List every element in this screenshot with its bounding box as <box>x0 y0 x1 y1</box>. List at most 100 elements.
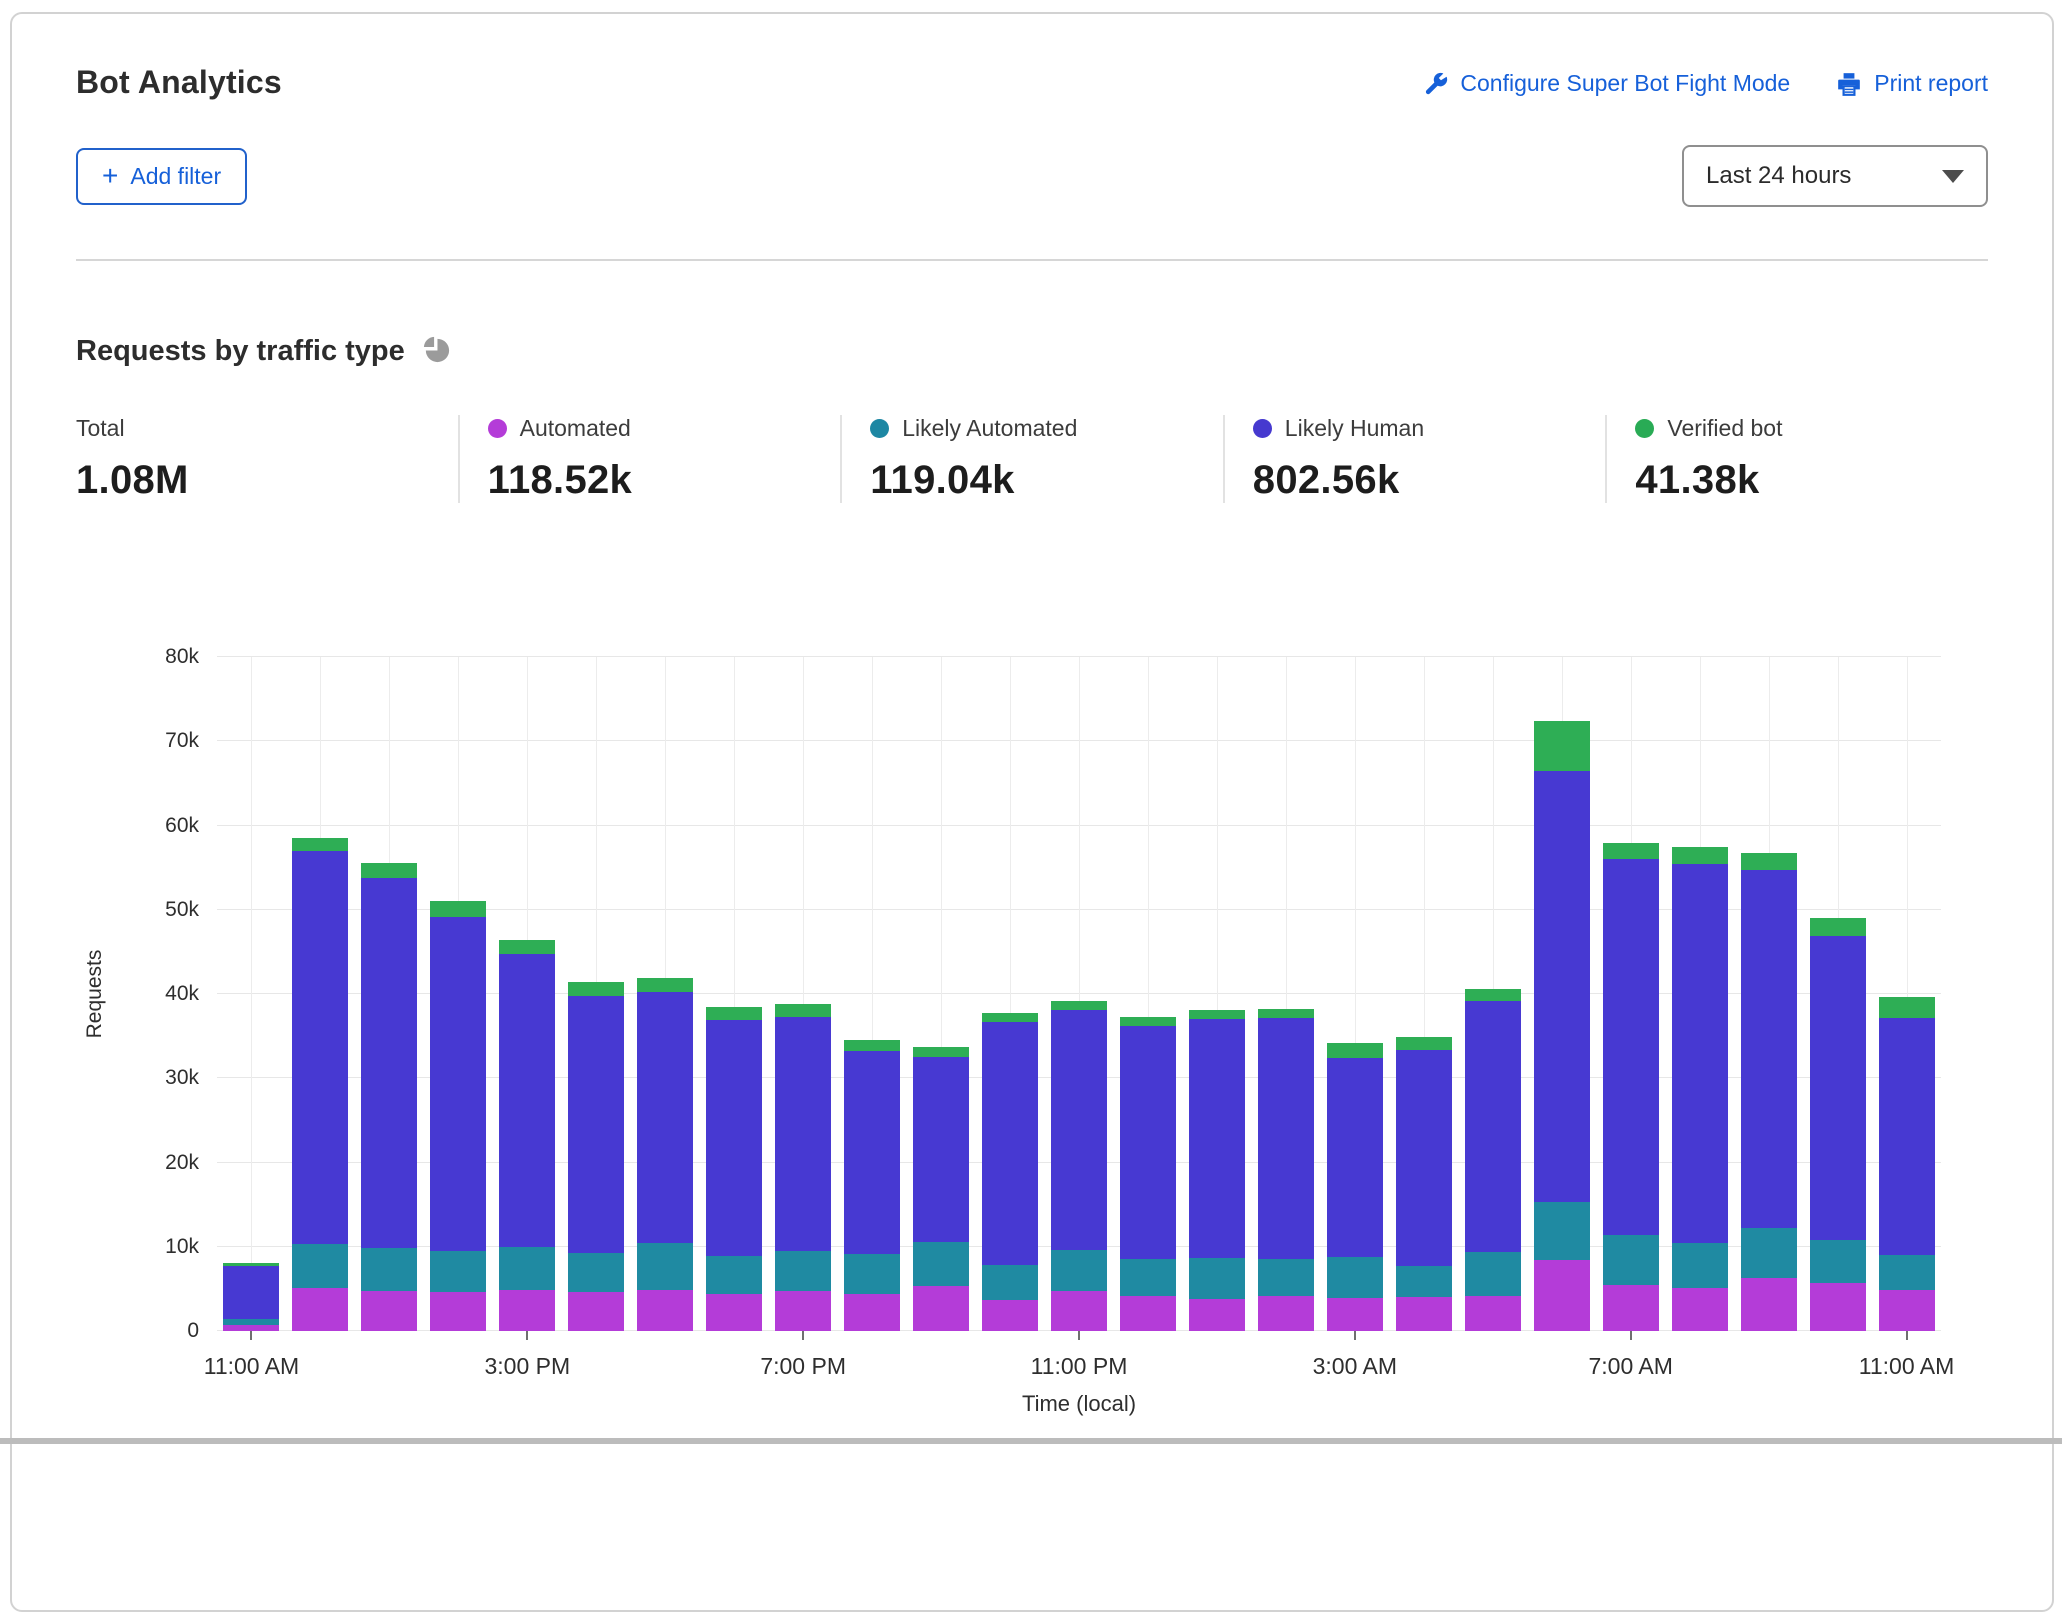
y-tick-label: 0 <box>119 1319 199 1343</box>
segment-likely-human <box>568 996 624 1253</box>
configure-link-label: Configure Super Bot Fight Mode <box>1460 70 1790 97</box>
bar-10-00-pm[interactable] <box>976 1013 1045 1331</box>
bar-9-00-pm[interactable] <box>907 1047 976 1331</box>
stat-verified-bot-value: 41.38k <box>1635 458 1968 503</box>
segment-likely-automated <box>1810 1240 1866 1283</box>
bar-6-00-pm[interactable] <box>700 1007 769 1331</box>
bar-11-00-am[interactable] <box>217 1263 286 1331</box>
requests-stacked-bar-chart: Requests Time (local) 010k20k30k40k50k60… <box>217 657 1941 1331</box>
x-tick <box>1354 1331 1356 1340</box>
segment-likely-automated <box>1051 1250 1107 1290</box>
segment-verified-bot <box>1879 997 1935 1018</box>
bar-11-00-am[interactable] <box>1872 997 1941 1331</box>
x-tick-label: 11:00 AM <box>1817 1353 1997 1380</box>
bar-6-00-am[interactable] <box>1527 721 1596 1331</box>
segment-likely-automated <box>706 1256 762 1294</box>
bar-1-00-pm[interactable] <box>355 863 424 1331</box>
segment-automated <box>430 1292 486 1331</box>
segment-likely-human <box>706 1020 762 1256</box>
segment-likely-human <box>1327 1058 1383 1257</box>
stat-automated-value: 118.52k <box>488 458 821 503</box>
add-filter-button[interactable]: + Add filter <box>76 148 247 205</box>
segment-likely-automated <box>1120 1259 1176 1296</box>
plus-icon: + <box>102 166 118 186</box>
segment-verified-bot <box>292 838 348 851</box>
bar-7-00-am[interactable] <box>1596 843 1665 1331</box>
segment-likely-automated <box>568 1253 624 1293</box>
segment-automated <box>1810 1283 1866 1331</box>
bar-5-00-am[interactable] <box>1458 989 1527 1331</box>
x-tick-label: 7:00 AM <box>1541 1353 1721 1380</box>
x-axis-title: Time (local) <box>1022 1391 1136 1417</box>
segment-automated <box>1879 1290 1935 1331</box>
pie-chart-icon <box>421 333 452 369</box>
bar-1-00-am[interactable] <box>1182 1010 1251 1331</box>
x-tick <box>1906 1331 1908 1340</box>
segment-automated <box>844 1294 900 1331</box>
segment-automated <box>1741 1278 1797 1331</box>
bar-3-00-am[interactable] <box>1320 1043 1389 1331</box>
segment-automated <box>1258 1296 1314 1331</box>
x-tick-label: 11:00 PM <box>989 1353 1169 1380</box>
print-report-link[interactable]: Print report <box>1836 70 1988 97</box>
bar-3-00-pm[interactable] <box>493 940 562 1331</box>
segment-likely-human <box>1258 1018 1314 1259</box>
x-tick <box>1078 1331 1080 1340</box>
stat-verified-bot: Verified bot 41.38k <box>1605 415 1988 503</box>
segment-likely-automated <box>1465 1252 1521 1297</box>
time-range-value: Last 24 hours <box>1706 162 1851 190</box>
chevron-down-icon <box>1942 170 1964 183</box>
segment-verified-bot <box>706 1007 762 1020</box>
stat-likely-human-value: 802.56k <box>1253 458 1586 503</box>
bar-4-00-am[interactable] <box>1389 1037 1458 1331</box>
bar-8-00-pm[interactable] <box>838 1040 907 1331</box>
segment-verified-bot <box>1258 1009 1314 1018</box>
segment-automated <box>1672 1288 1728 1331</box>
segment-likely-automated <box>361 1248 417 1292</box>
segment-likely-automated <box>1879 1255 1935 1290</box>
bar-11-00-pm[interactable] <box>1045 1001 1114 1331</box>
header: Bot Analytics Configure Super Bot Fight … <box>12 14 2052 261</box>
segment-likely-human <box>1120 1026 1176 1259</box>
segment-likely-automated <box>1672 1243 1728 1288</box>
bar-4-00-pm[interactable] <box>562 982 631 1331</box>
bar-7-00-pm[interactable] <box>769 1004 838 1331</box>
segment-likely-human <box>1396 1050 1452 1267</box>
segment-automated <box>982 1300 1038 1331</box>
segment-likely-human <box>1465 1001 1521 1252</box>
segment-likely-human <box>913 1057 969 1242</box>
bar-2-00-am[interactable] <box>1251 1009 1320 1331</box>
segment-verified-bot <box>1672 847 1728 864</box>
bar-10-00-am[interactable] <box>1803 918 1872 1331</box>
bar-12-00-pm[interactable] <box>286 838 355 1331</box>
verified-bot-legend-dot <box>1635 419 1654 438</box>
segment-verified-bot <box>775 1004 831 1017</box>
stat-total-value: 1.08M <box>76 458 438 503</box>
time-range-select[interactable]: Last 24 hours <box>1682 145 1988 207</box>
segment-likely-human <box>1672 864 1728 1242</box>
segment-automated <box>1396 1297 1452 1331</box>
segment-verified-bot <box>361 863 417 878</box>
x-tick-label: 11:00 AM <box>161 1353 341 1380</box>
segment-likely-human <box>637 992 693 1243</box>
segment-likely-human <box>1603 859 1659 1235</box>
bar-2-00-pm[interactable] <box>424 901 493 1331</box>
stat-likely-automated: Likely Automated 119.04k <box>840 415 1223 503</box>
y-tick-label: 80k <box>119 645 199 669</box>
bar-5-00-pm[interactable] <box>631 978 700 1331</box>
segment-likely-human <box>844 1051 900 1254</box>
segment-automated <box>913 1286 969 1331</box>
segment-likely-human <box>361 878 417 1248</box>
segment-automated <box>1603 1285 1659 1331</box>
segment-verified-bot <box>499 940 555 953</box>
x-tick-label: 3:00 PM <box>437 1353 617 1380</box>
bar-9-00-am[interactable] <box>1734 853 1803 1331</box>
y-tick-label: 40k <box>119 982 199 1006</box>
bar-8-00-am[interactable] <box>1665 847 1734 1331</box>
stat-total: Total 1.08M <box>76 415 458 503</box>
stats-row: Total 1.08M Automated 118.52k Likely Aut… <box>76 415 1988 503</box>
segment-automated <box>1534 1260 1590 1331</box>
bar-12-00-am[interactable] <box>1113 1017 1182 1331</box>
likely-human-legend-dot <box>1253 419 1272 438</box>
configure-super-bot-fight-mode-link[interactable]: Configure Super Bot Fight Mode <box>1422 70 1790 97</box>
